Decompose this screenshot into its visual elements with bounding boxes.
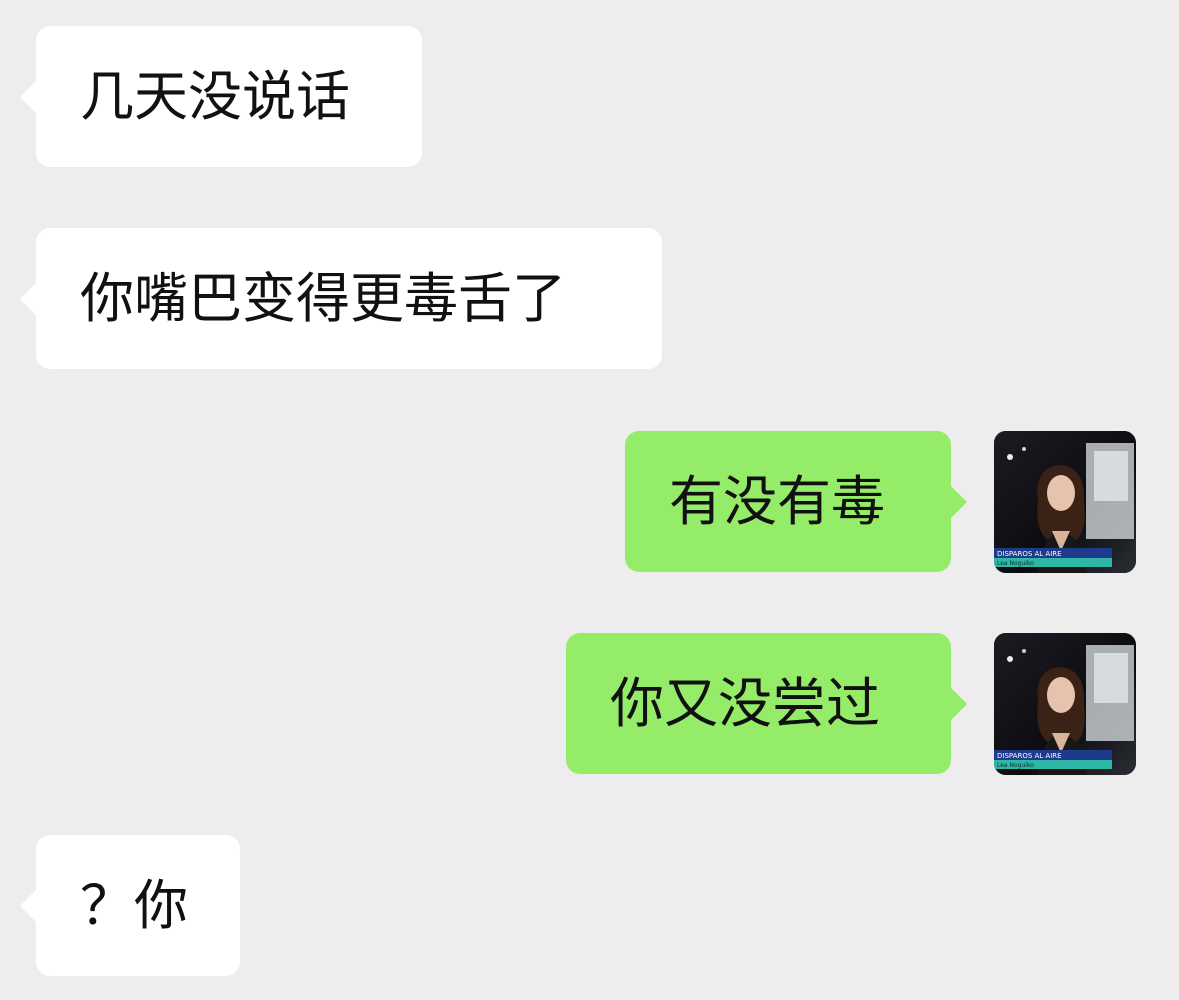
avatar-caption-line2: Lea Noguiko xyxy=(997,560,1034,567)
avatar-caption-line1: DISPAROS AL AIRE xyxy=(997,752,1062,760)
message-text: 几天没说话 xyxy=(80,64,350,128)
message-text: ？你 xyxy=(80,873,188,937)
message-bubble-incoming[interactable]: ？你 xyxy=(20,835,240,976)
avatar[interactable]: DISPAROS AL AIRE Lea Noguiko xyxy=(994,431,1136,573)
message-text: 你又没尝过 xyxy=(610,671,880,735)
avatar[interactable]: DISPAROS AL AIRE Lea Noguiko xyxy=(994,633,1136,775)
message-text: 你嘴巴变得更毒舌了 xyxy=(80,266,566,330)
avatar-caption-line2: Lea Noguiko xyxy=(997,762,1034,769)
message-text: 有没有毒 xyxy=(669,469,885,533)
avatar-photo-icon: DISPAROS AL AIRE Lea Noguiko xyxy=(994,633,1136,775)
message-bubble-outgoing[interactable]: 有没有毒 xyxy=(625,431,967,572)
avatar-caption-line1: DISPAROS AL AIRE xyxy=(997,550,1062,558)
message-bubble-incoming[interactable]: 几天没说话 xyxy=(20,26,422,167)
avatar-photo-icon: DISPAROS AL AIRE Lea Noguiko xyxy=(994,431,1136,573)
message-bubble-outgoing[interactable]: 你又没尝过 xyxy=(566,633,967,774)
message-bubble-incoming[interactable]: 你嘴巴变得更毒舌了 xyxy=(20,228,662,369)
